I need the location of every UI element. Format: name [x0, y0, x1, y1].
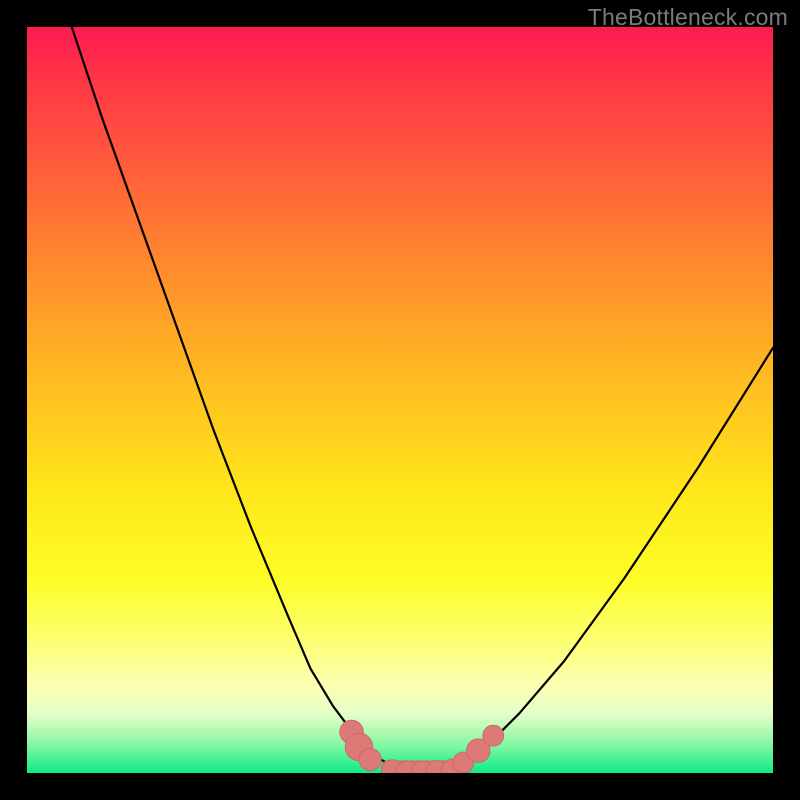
data-marker [483, 725, 504, 746]
bottleneck-curve [72, 27, 773, 773]
data-marker [359, 749, 381, 771]
bottleneck-chart-svg [27, 27, 773, 773]
chart-frame: TheBottleneck.com [0, 0, 800, 800]
plot-area [27, 27, 773, 773]
watermark-text: TheBottleneck.com [588, 4, 788, 31]
